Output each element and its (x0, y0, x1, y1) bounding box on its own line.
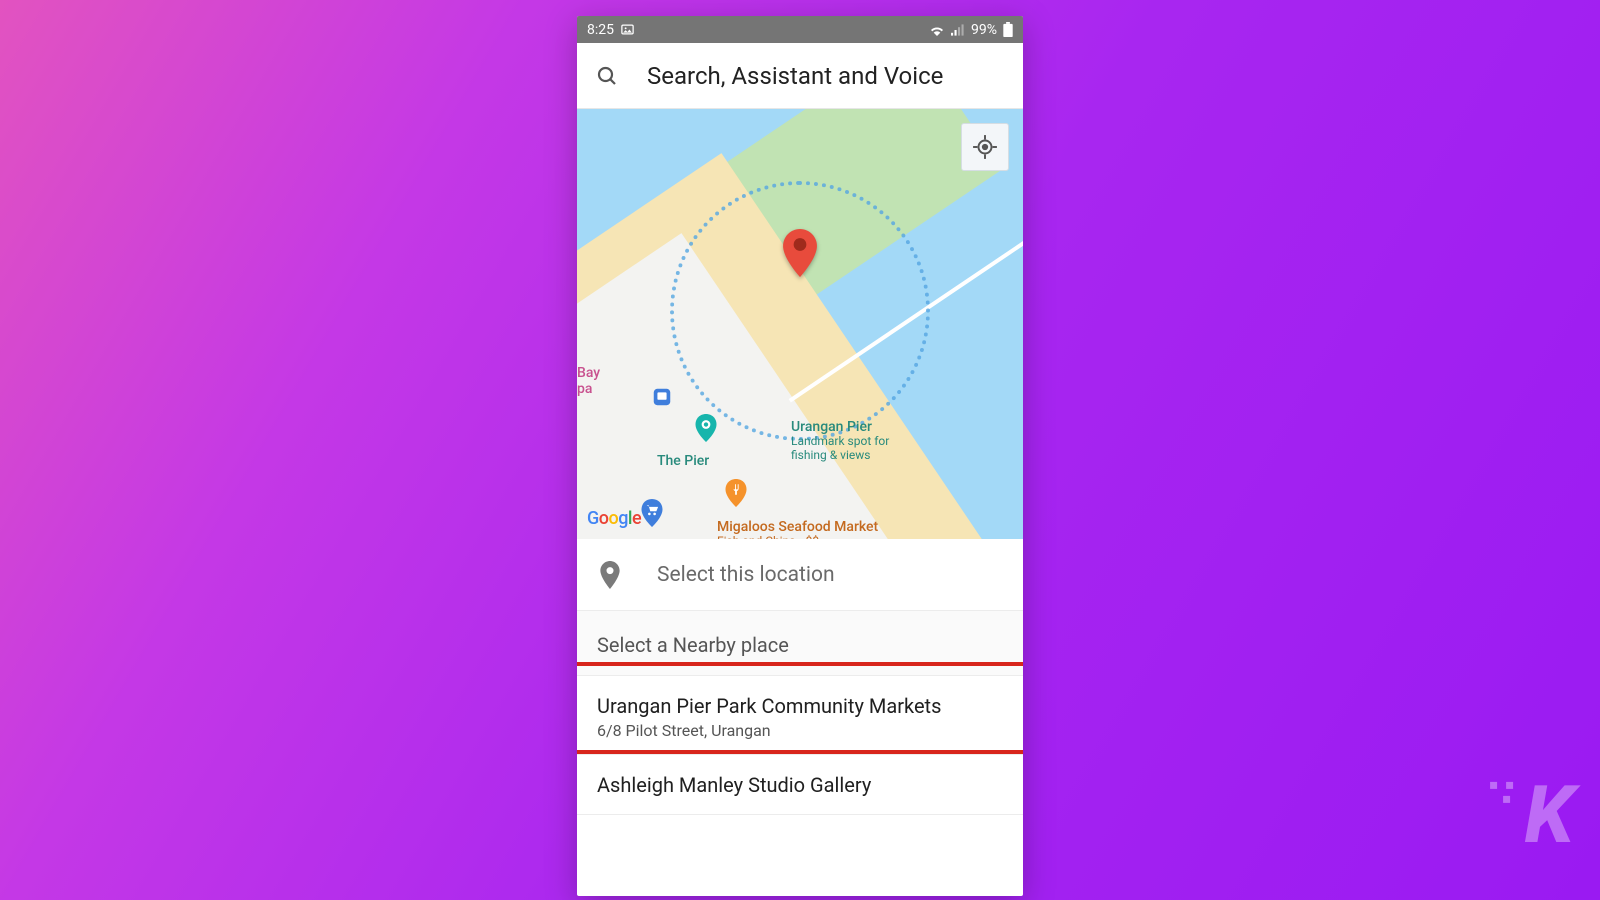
map-label-bay-spa[interactable]: Bay pa (577, 349, 600, 413)
map-label-urangan-pier[interactable]: Urangan Pier Landmark spot for fishing &… (791, 419, 889, 463)
poi-bus-icon (651, 383, 673, 411)
select-location-label: Select this location (657, 563, 835, 587)
wifi-icon (929, 24, 945, 36)
google-logo: Google (587, 508, 641, 529)
location-accuracy-circle (670, 181, 930, 441)
place-address: 6/8 Pilot Street, Urangan (597, 721, 1003, 740)
place-name: Urangan Pier Park Community Markets (597, 694, 1003, 718)
poi-title: Migaloos Seafood Market (717, 519, 878, 535)
map-pin[interactable] (783, 229, 817, 281)
search-placeholder: Search, Assistant and Voice (647, 62, 943, 90)
map-viewport[interactable]: Urangan Pier Landmark spot for fishing &… (577, 109, 1023, 539)
search-bar[interactable]: Search, Assistant and Voice (577, 43, 1023, 109)
crosshair-icon (972, 134, 998, 160)
nearby-place-item[interactable]: Ashleigh Manley Studio Gallery (577, 755, 1023, 815)
select-this-location[interactable]: Select this location (577, 539, 1023, 611)
poi-subtitle: Fish and Chips • $$ (717, 535, 878, 539)
search-icon (595, 64, 619, 88)
watermark-letter: K (1525, 768, 1569, 862)
nearby-place-item[interactable]: Urangan Pier Park Community Markets 6/8 … (577, 676, 1023, 755)
battery-percent: 99% (971, 22, 997, 38)
pin-outline-icon (599, 561, 621, 589)
image-icon (620, 22, 635, 37)
signal-icon (951, 24, 965, 36)
nearby-places-heading: Select a Nearby place (577, 611, 1023, 676)
poi-title: The Pier (657, 453, 709, 469)
poi-title: Urangan Pier (791, 419, 889, 435)
poi-subtitle: Landmark spot for fishing & views (791, 435, 889, 463)
my-location-button[interactable] (961, 123, 1009, 171)
poi-restaurant-icon (725, 479, 747, 507)
map-label-the-pier[interactable]: The Pier (657, 453, 709, 469)
battery-icon (1003, 22, 1013, 37)
place-name: Ashleigh Manley Studio Gallery (597, 773, 1003, 797)
phone-frame: 8:25 99% Search, Assistant and Voice (577, 16, 1023, 896)
status-time: 8:25 (587, 22, 614, 38)
poi-shopping-icon (641, 499, 663, 527)
poi-title: Bay pa (577, 365, 600, 397)
poi-camera-icon (695, 414, 717, 442)
watermark-logo: ▪▪ ▪ K (1489, 768, 1568, 862)
status-bar: 8:25 99% (577, 16, 1023, 43)
map-label-migaloos[interactable]: Migaloos Seafood Market Fish and Chips •… (717, 519, 878, 539)
